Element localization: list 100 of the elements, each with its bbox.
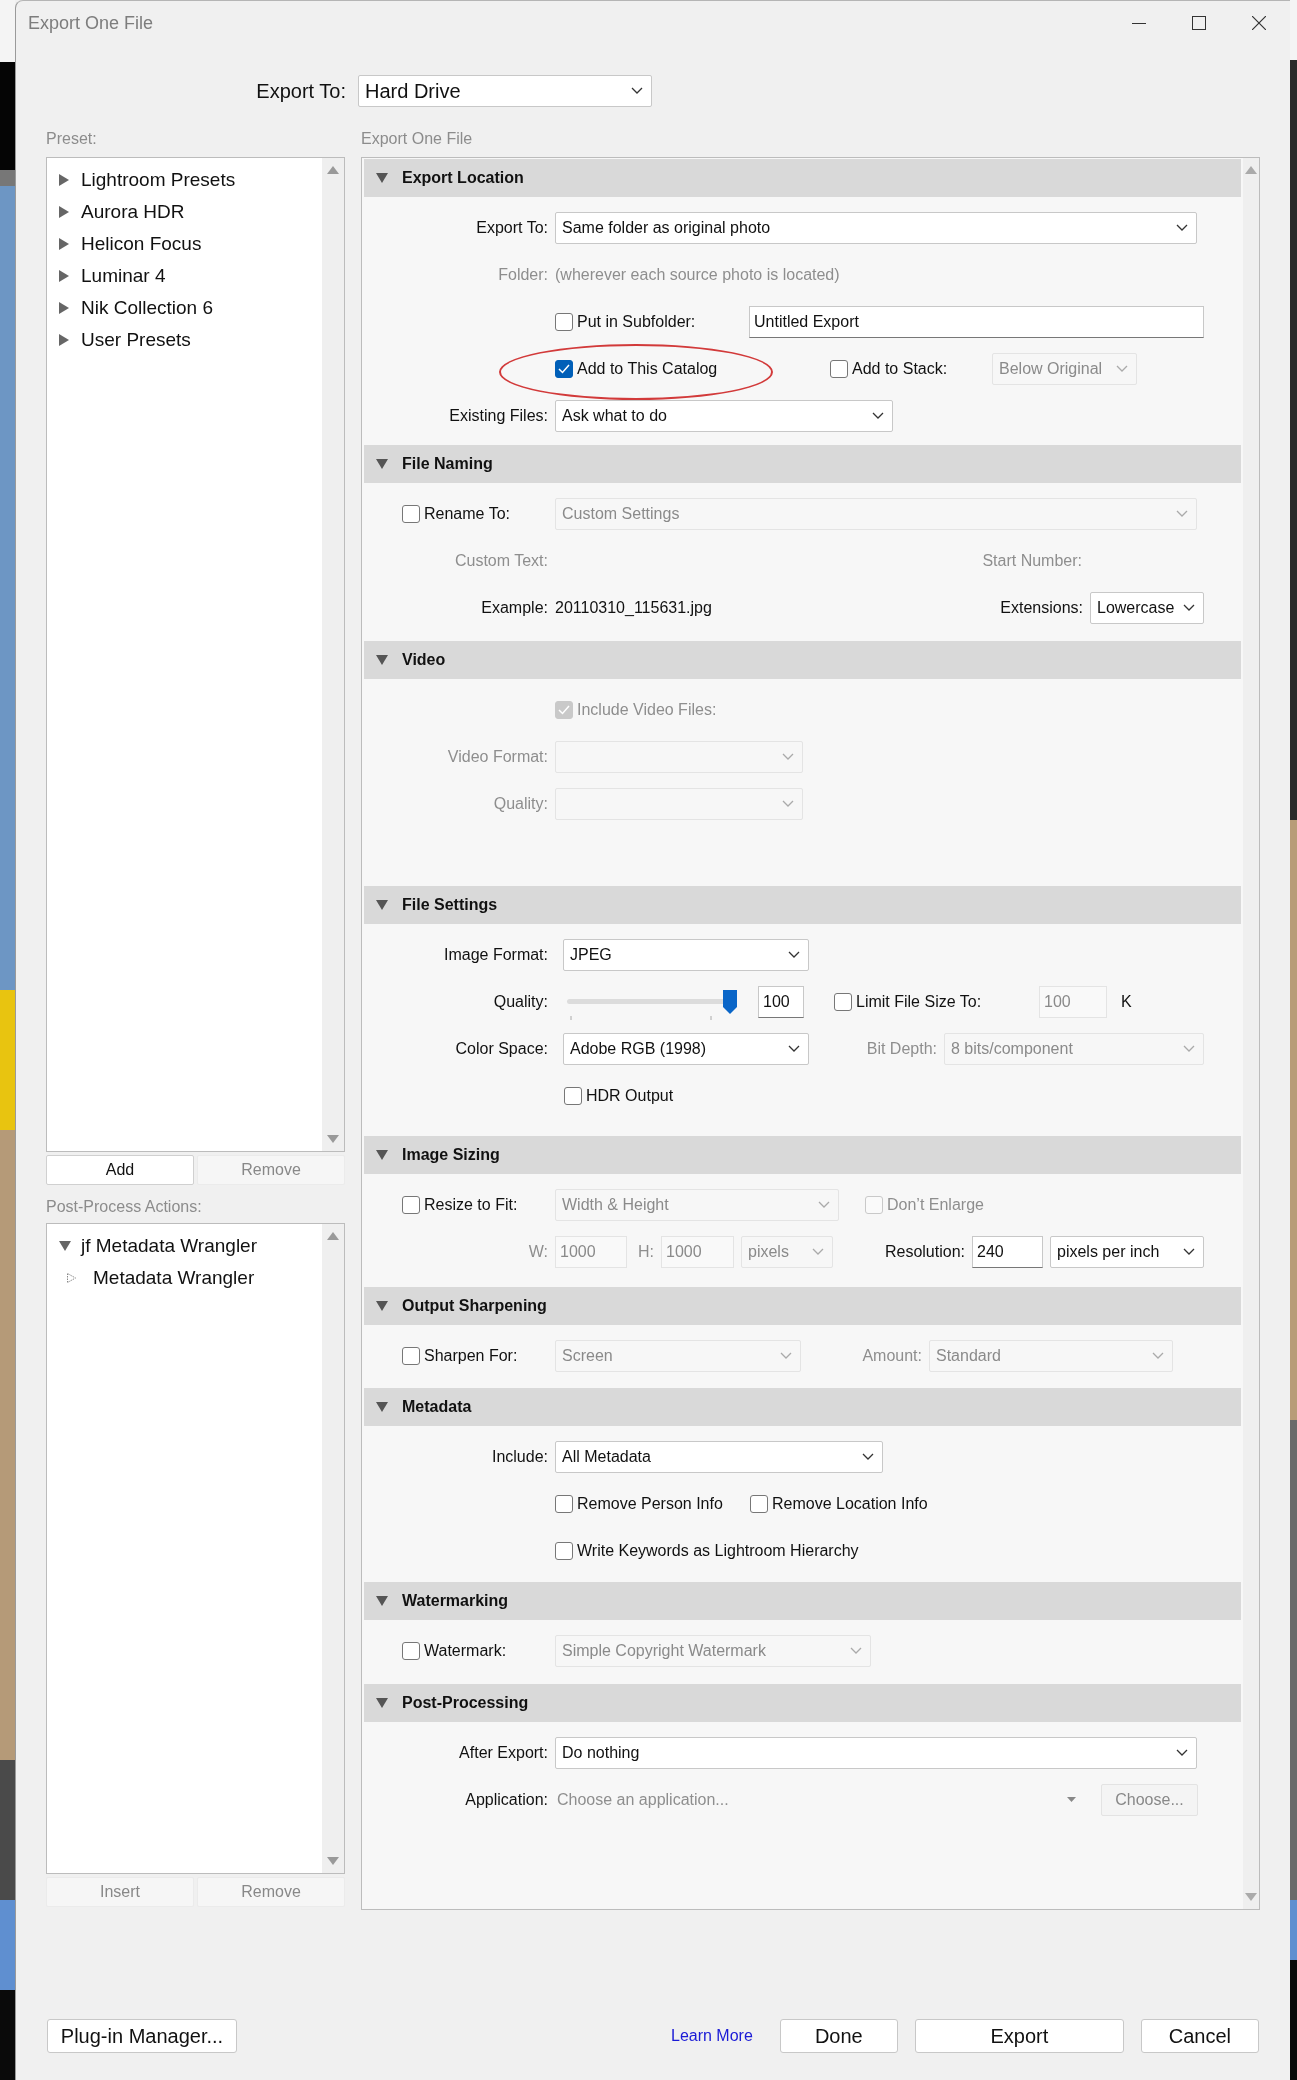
tree-item[interactable]: Aurora HDR (81, 197, 185, 227)
tree-item[interactable]: Luminar 4 (81, 261, 166, 291)
scroll-down-icon[interactable] (327, 1135, 339, 1143)
scroll-down-icon[interactable] (327, 1857, 339, 1865)
dropdown[interactable]: Lowercase (1090, 591, 1204, 624)
field-label: Application: (465, 1789, 548, 1810)
triangle-right-icon[interactable] (59, 334, 69, 346)
checkbox-label[interactable]: Watermark: (424, 1638, 507, 1663)
checkbox[interactable] (555, 1494, 573, 1513)
checkbox[interactable] (402, 1195, 420, 1214)
chevron-down-icon (1176, 1748, 1188, 1757)
section-header[interactable]: Post-Processing (364, 1684, 1241, 1722)
checkbox-label[interactable]: Limit File Size To: (856, 989, 982, 1014)
caret-down-icon[interactable] (1067, 1797, 1076, 1802)
checkbox-label[interactable]: Add to Stack: (852, 356, 948, 381)
checkbox-label[interactable]: Sharpen For: (424, 1343, 518, 1368)
chevron-down-icon (780, 1351, 792, 1360)
checkbox-label[interactable]: Put in Subfolder: (577, 309, 696, 334)
field-label: After Export: (459, 1742, 548, 1763)
learn-more-link[interactable]: Learn More (671, 2024, 753, 2048)
checkbox-label[interactable]: Add to This Catalog (577, 356, 718, 381)
checkbox-label[interactable]: Write Keywords as Lightroom Hierarchy (577, 1538, 859, 1563)
dropdown[interactable]: pixels per inch (1050, 1235, 1204, 1268)
dropdown[interactable]: JPEG (563, 938, 809, 971)
window-title: Export One File (28, 11, 154, 35)
section-label: Preset: (46, 129, 98, 149)
section-header[interactable]: Watermarking (364, 1582, 1241, 1620)
triangle-down-icon[interactable] (376, 1596, 388, 1606)
checkbox[interactable] (402, 504, 420, 523)
section-header[interactable]: Video (364, 641, 1241, 679)
dropdown[interactable]: Same folder as original photo (555, 211, 1197, 244)
section-header[interactable]: File Naming (364, 445, 1241, 483)
checkbox[interactable] (402, 1641, 420, 1660)
scroll-up-icon[interactable] (327, 1232, 339, 1240)
triangle-down-icon[interactable] (376, 173, 388, 183)
field-label: Extensions: (1000, 597, 1083, 618)
triangle-outline-icon (67, 1273, 76, 1283)
scrollbar[interactable] (322, 158, 344, 1151)
triangle-down-icon[interactable] (376, 900, 388, 910)
check-icon (558, 363, 570, 374)
dropdown[interactable]: Hard Drive (358, 75, 652, 107)
triangle-down-icon[interactable] (376, 1402, 388, 1412)
button[interactable]: Done (779, 2019, 898, 2053)
dropdown[interactable]: Adobe RGB (1998) (563, 1032, 809, 1065)
section-header[interactable]: Output Sharpening (364, 1287, 1241, 1325)
dropdown[interactable]: All Metadata (555, 1440, 883, 1473)
tree-item[interactable]: User Presets (81, 325, 191, 355)
input-field[interactable]: 100 (758, 985, 804, 1018)
checkbox[interactable] (555, 1541, 573, 1560)
dropdown[interactable]: Ask what to do (555, 399, 893, 432)
slider-track[interactable] (567, 988, 737, 1015)
triangle-right-icon[interactable] (59, 206, 69, 218)
checkbox-label[interactable]: Rename To: (424, 501, 510, 526)
triangle-down-icon[interactable] (376, 459, 388, 469)
checkbox[interactable] (830, 359, 848, 378)
checkbox[interactable] (750, 1494, 768, 1513)
triangle-down-icon[interactable] (376, 1150, 388, 1160)
tree-item[interactable]: Helicon Focus (81, 229, 202, 259)
button[interactable]: Plug-in Manager... (47, 2019, 237, 2053)
field-value: K (1121, 991, 1132, 1012)
checkbox[interactable] (834, 992, 852, 1011)
scrollbar[interactable] (322, 1224, 344, 1873)
triangle-right-icon[interactable] (59, 270, 69, 282)
chevron-down-icon (782, 799, 794, 808)
button[interactable]: Export (914, 2019, 1124, 2053)
chevron-down-icon (1176, 223, 1188, 232)
checkbox[interactable] (555, 359, 573, 378)
scroll-up-icon[interactable] (327, 166, 339, 174)
section-header[interactable]: Image Sizing (364, 1136, 1241, 1174)
section-header[interactable]: Export Location (364, 159, 1241, 197)
checkbox-label[interactable]: HDR Output (586, 1083, 674, 1108)
section-header[interactable]: Metadata (364, 1388, 1241, 1426)
checkbox-label[interactable]: Remove Location Info (772, 1491, 928, 1516)
button[interactable]: Cancel (1140, 2019, 1259, 2053)
triangle-down-icon[interactable] (59, 1241, 71, 1251)
input-field[interactable]: Untitled Export (749, 305, 1204, 338)
checkbox-label[interactable]: Resize to Fit: (424, 1192, 518, 1217)
triangle-down-icon[interactable] (376, 1301, 388, 1311)
slider-thumb[interactable] (723, 989, 737, 1014)
triangle-down-icon[interactable] (376, 1698, 388, 1708)
input-field[interactable]: 240 (972, 1235, 1043, 1268)
checkbox-label[interactable]: Remove Person Info (577, 1491, 723, 1516)
triangle-down-icon[interactable] (376, 655, 388, 665)
triangle-right-icon[interactable] (59, 174, 69, 186)
triangle-right-icon[interactable] (59, 238, 69, 250)
tree-item[interactable]: Metadata Wrangler (93, 1263, 255, 1293)
tree-item[interactable]: Lightroom Presets (81, 165, 236, 195)
chevron-down-icon (782, 752, 794, 761)
checkbox[interactable] (402, 1346, 420, 1365)
tree-item[interactable]: Nik Collection 6 (81, 293, 213, 323)
tree-item[interactable]: jf Metadata Wrangler (81, 1231, 257, 1261)
dropdown[interactable]: Do nothing (555, 1736, 1197, 1769)
close-icon[interactable] (1252, 16, 1266, 30)
button[interactable]: Add (46, 1155, 194, 1185)
maximize-icon[interactable] (1192, 16, 1206, 30)
chevron-down-icon (1176, 509, 1188, 518)
checkbox[interactable] (564, 1086, 582, 1105)
section-header[interactable]: File Settings (364, 886, 1241, 924)
checkbox[interactable] (555, 312, 573, 331)
triangle-right-icon[interactable] (59, 302, 69, 314)
